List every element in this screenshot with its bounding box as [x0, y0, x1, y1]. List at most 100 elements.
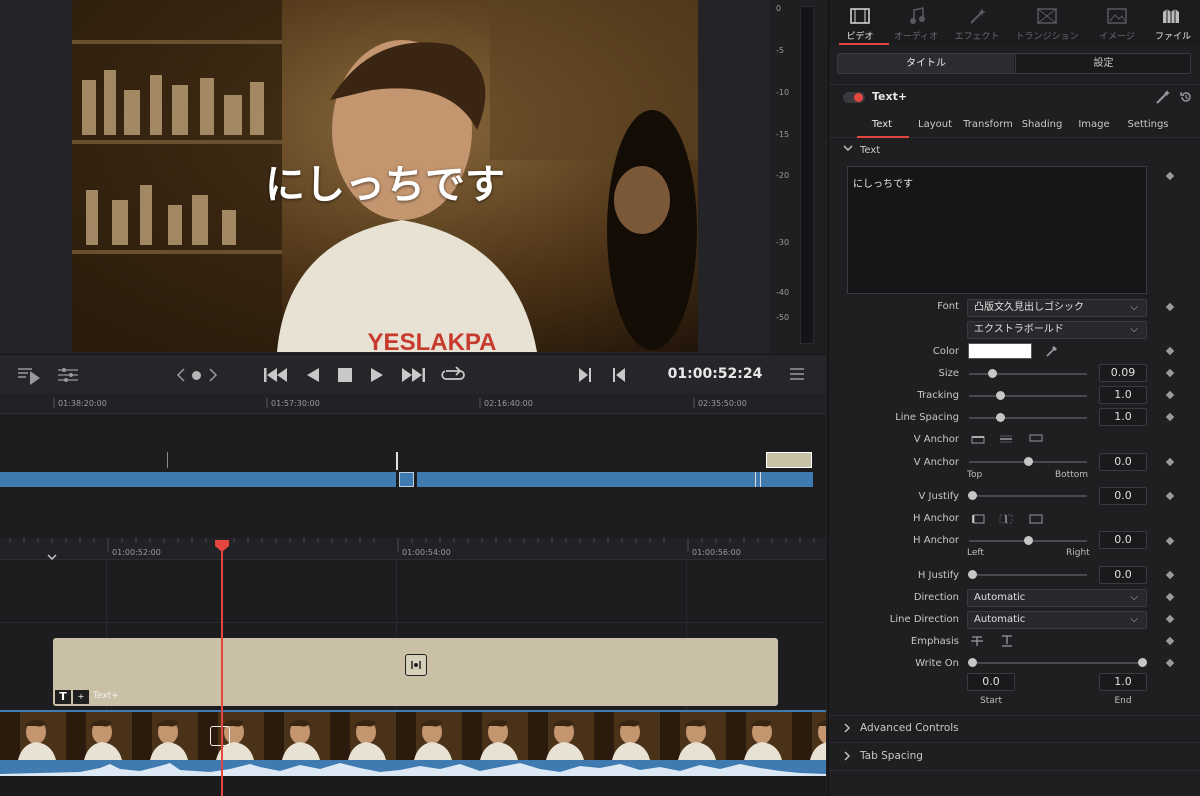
keyframe-icon[interactable]	[1165, 346, 1175, 356]
keyframe-icon[interactable]	[1165, 570, 1175, 580]
anchor-center-icon[interactable]	[999, 514, 1013, 524]
h-justify-input[interactable]: 0.0	[1099, 566, 1147, 584]
keyframe-icon[interactable]	[1165, 658, 1175, 668]
chevron-down-icon[interactable]	[47, 554, 57, 562]
h-justify-slider-knob[interactable]	[968, 570, 977, 579]
segment-title[interactable]: タイトル	[838, 54, 1014, 73]
tab-transitions[interactable]: トランジション	[1009, 0, 1085, 46]
audio-waveform[interactable]	[0, 760, 826, 776]
playhead-line[interactable]	[221, 548, 223, 796]
jog-prev-icon[interactable]	[176, 367, 186, 383]
anchor-middle-icon[interactable]	[999, 434, 1013, 444]
options-menu-icon[interactable]	[790, 368, 804, 380]
tab-video[interactable]: ビデオ	[833, 0, 889, 46]
advanced-controls-section[interactable]: Advanced Controls	[860, 722, 959, 734]
direction-dropdown[interactable]: Automatic ⌵	[967, 589, 1147, 607]
h-justify-slider-track[interactable]	[969, 574, 1087, 576]
tracking-slider-track[interactable]	[969, 395, 1087, 397]
overview-playhead[interactable]	[396, 452, 398, 470]
size-slider-track[interactable]	[969, 373, 1087, 375]
chevron-right-icon[interactable]	[843, 723, 851, 733]
tracking-input[interactable]: 1.0	[1099, 386, 1147, 404]
line-spacing-slider-track[interactable]	[969, 417, 1087, 419]
write-on-start-knob[interactable]	[968, 658, 977, 667]
chevron-right-icon[interactable]	[843, 751, 851, 761]
line-spacing-slider-knob[interactable]	[996, 413, 1005, 422]
effect-enable-toggle[interactable]	[843, 92, 865, 103]
write-on-slider-track[interactable]	[969, 662, 1145, 664]
jog-wheel-icon[interactable]	[192, 371, 201, 380]
font-family-dropdown[interactable]: 凸版文久見出しゴシック ⌵	[967, 299, 1147, 317]
size-input[interactable]: 0.09	[1099, 364, 1147, 382]
tab-spacing-section[interactable]: Tab Spacing	[860, 750, 923, 762]
write-on-end-knob[interactable]	[1138, 658, 1147, 667]
keyframe-icon[interactable]	[1165, 636, 1175, 646]
tab-audio[interactable]: オーディオ	[889, 0, 943, 46]
v-justify-input[interactable]: 0.0	[1099, 487, 1147, 505]
line-direction-dropdown[interactable]: Automatic ⌵	[967, 611, 1147, 629]
tab-image-sub[interactable]: Image	[1071, 119, 1117, 130]
overview-ruler[interactable]: 01:38:20:00 01:57:30:00 02:16:40:00 02:3…	[0, 394, 826, 414]
reset-icon[interactable]	[1179, 90, 1193, 104]
v-justify-slider-track[interactable]	[969, 495, 1087, 497]
v-anchor-input[interactable]: 0.0	[1099, 453, 1147, 471]
timeline-ruler[interactable]: 01:00:52:00 01:00:54:00 01:00:56:00	[0, 538, 826, 560]
tab-transform[interactable]: Transform	[961, 119, 1015, 130]
v-anchor-slider-knob[interactable]	[1024, 457, 1033, 466]
tab-layout[interactable]: Layout	[911, 119, 959, 130]
keyframe-icon[interactable]	[1165, 491, 1175, 501]
prev-edit-icon[interactable]	[612, 367, 626, 383]
keyframe-icon[interactable]	[1165, 412, 1175, 422]
keyframe-icon[interactable]	[1165, 536, 1175, 546]
tab-text[interactable]: Text	[857, 119, 907, 130]
h-anchor-input[interactable]: 0.0	[1099, 531, 1147, 549]
keyframe-icon[interactable]	[1165, 390, 1175, 400]
tab-settings[interactable]: Settings	[1121, 119, 1175, 130]
section-text-header[interactable]: Text	[860, 145, 880, 156]
play-around-icon[interactable]	[18, 367, 42, 385]
tab-file[interactable]: ファイル	[1145, 0, 1200, 46]
line-spacing-input[interactable]: 1.0	[1099, 408, 1147, 426]
tracking-slider-knob[interactable]	[996, 391, 1005, 400]
keyframe-icon[interactable]	[1165, 457, 1175, 467]
stop-icon[interactable]	[338, 368, 352, 382]
font-style-dropdown[interactable]: エクストラボールド ⌵	[967, 321, 1147, 339]
h-anchor-slider-knob[interactable]	[1024, 536, 1033, 545]
segment-settings[interactable]: 設定	[1015, 54, 1191, 73]
go-to-start-icon[interactable]	[264, 367, 288, 383]
size-slider-knob[interactable]	[988, 369, 997, 378]
write-on-end-input[interactable]: 1.0	[1099, 673, 1147, 691]
overview-video-clip[interactable]	[0, 472, 396, 487]
reverse-play-icon[interactable]	[306, 367, 320, 383]
next-edit-icon[interactable]	[578, 367, 592, 383]
anchor-top-icon[interactable]	[971, 434, 985, 444]
overview-video-clip[interactable]	[399, 472, 414, 487]
color-swatch[interactable]	[968, 343, 1032, 359]
title-clip[interactable]: T + Text+	[53, 638, 778, 706]
anchor-bottom-icon[interactable]	[1029, 434, 1043, 444]
tab-image[interactable]: イメージ	[1089, 0, 1145, 46]
tab-effects[interactable]: エフェクト	[949, 0, 1005, 46]
jog-next-icon[interactable]	[208, 367, 218, 383]
eyedropper-icon[interactable]	[1045, 344, 1059, 358]
anchor-right-icon[interactable]	[1029, 514, 1043, 524]
go-to-end-icon[interactable]	[401, 367, 425, 383]
overview-video-clip[interactable]	[417, 472, 813, 487]
anchor-left-icon[interactable]	[971, 514, 985, 524]
loop-icon[interactable]	[440, 365, 466, 385]
text-content-area[interactable]: にしっちです	[847, 166, 1147, 294]
v-justify-slider-knob[interactable]	[968, 491, 977, 500]
strikethrough-icon[interactable]	[970, 635, 984, 647]
keyframe-icon[interactable]	[1165, 302, 1175, 312]
chevron-down-icon[interactable]	[843, 145, 853, 153]
keyframe-icon[interactable]	[1165, 171, 1175, 181]
play-icon[interactable]	[370, 367, 384, 383]
write-on-start-input[interactable]: 0.0	[967, 673, 1015, 691]
magic-wand-icon[interactable]	[1155, 89, 1171, 105]
keyframe-icon[interactable]	[1165, 368, 1175, 378]
viewer-settings-icon[interactable]	[58, 367, 78, 383]
keyframe-icon[interactable]	[1165, 614, 1175, 624]
underline-icon[interactable]	[1000, 635, 1014, 647]
video-clip[interactable]	[0, 710, 826, 762]
keyframe-icon[interactable]	[1165, 592, 1175, 602]
